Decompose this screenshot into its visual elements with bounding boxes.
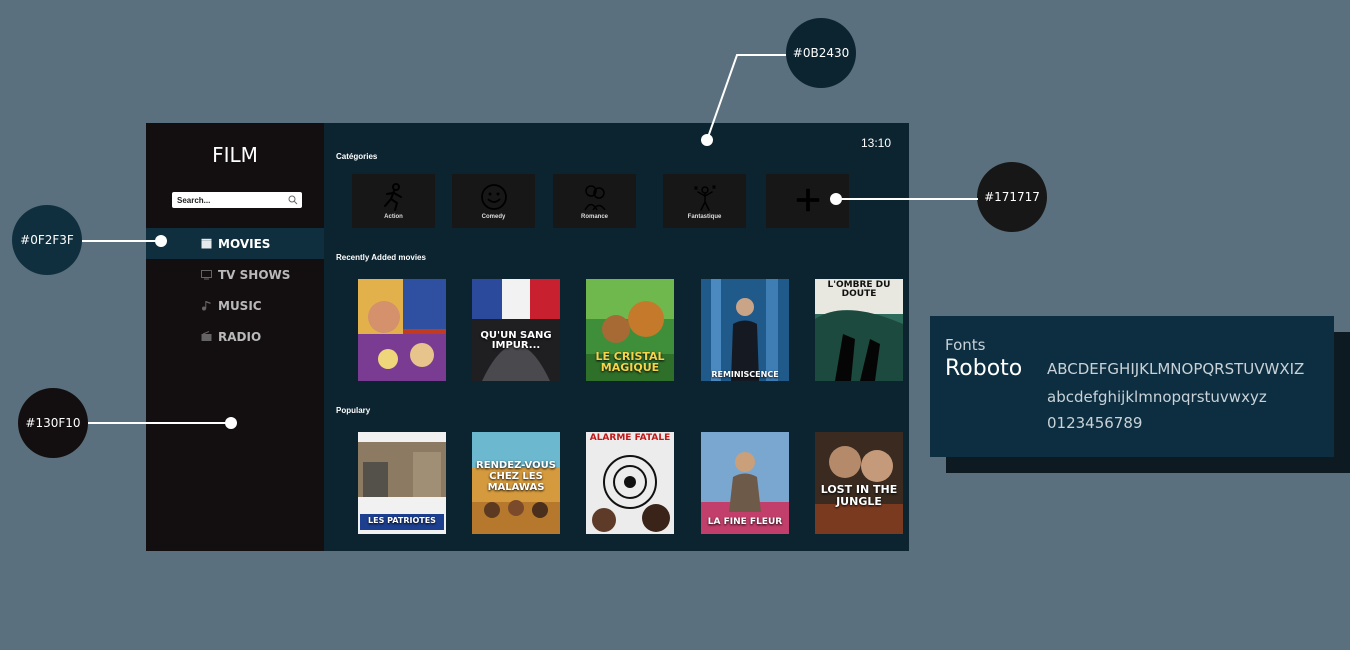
search-input[interactable] bbox=[177, 195, 288, 205]
couple-icon bbox=[583, 185, 606, 211]
category-label: Romance bbox=[580, 214, 608, 220]
color-swatch-sidebar-bg: #130F10 bbox=[18, 388, 88, 458]
color-swatch-card-bg: #171717 bbox=[977, 162, 1047, 232]
app-logo: FILM bbox=[212, 143, 258, 167]
movie-poster[interactable]: REMINISCENCE bbox=[701, 279, 789, 381]
categories-title: Catégories bbox=[336, 152, 378, 161]
main-content: 13:10 Catégories Action Comedy Romance F… bbox=[324, 123, 909, 551]
annotation-line bbox=[836, 198, 978, 200]
movie-poster[interactable]: LOST IN THE JUNGLE bbox=[815, 432, 903, 534]
sidebar-item-label: RADIO bbox=[218, 329, 262, 344]
music-note-icon bbox=[202, 301, 211, 311]
sidebar-item-radio[interactable]: RADIO bbox=[146, 321, 324, 352]
annotation-line bbox=[88, 422, 232, 424]
annotation-dot bbox=[155, 235, 167, 247]
sidebar-nav: MOVIES TV SHOWS MUSIC RADIO bbox=[146, 228, 324, 352]
category-romance[interactable]: Romance bbox=[553, 174, 636, 228]
sidebar-item-music[interactable]: MUSIC bbox=[146, 290, 324, 321]
poster-art bbox=[701, 279, 789, 381]
sidebar-item-tv-shows[interactable]: TV SHOWS bbox=[146, 259, 324, 290]
movie-poster[interactable] bbox=[358, 279, 446, 381]
clapperboard-icon bbox=[201, 238, 212, 249]
poster-title: QU'UN SANG IMPUR... bbox=[480, 330, 552, 351]
sparkle-figure-icon bbox=[693, 185, 716, 211]
color-swatch-main-bg: #0B2430 bbox=[786, 18, 856, 88]
font-sample-digits: 0123456789 bbox=[1047, 414, 1143, 432]
poster-title: ALARME FATALE bbox=[589, 433, 671, 443]
poster-title: LA FINE FLEUR bbox=[707, 517, 783, 527]
movie-poster[interactable]: ALARME FATALE bbox=[586, 432, 674, 534]
movie-poster[interactable]: QU'UN SANG IMPUR... bbox=[472, 279, 560, 381]
tv-icon bbox=[201, 270, 212, 280]
poster-title: LE CRISTAL MAGIQUE bbox=[595, 350, 665, 374]
sidebar-item-label: MUSIC bbox=[218, 298, 262, 313]
font-sample-uppercase: ABCDEFGHIJKLMNOPQRSTUVWXIZ bbox=[1047, 360, 1305, 378]
movie-poster[interactable]: LA FINE FLEUR bbox=[701, 432, 789, 534]
poster-title: LES PATRIOTES bbox=[368, 516, 436, 525]
category-label: Fantastique bbox=[687, 214, 722, 220]
color-swatch-active-item: #0F2F3F bbox=[12, 205, 82, 275]
font-sample-lowercase: abcdefghijklmnopqrstuvwxyz bbox=[1047, 388, 1267, 406]
search-box[interactable] bbox=[172, 192, 302, 208]
poster-art bbox=[586, 432, 674, 534]
search-icon[interactable] bbox=[288, 195, 298, 205]
recent-title: Recently Added movies bbox=[336, 253, 426, 262]
plus-icon bbox=[796, 188, 819, 212]
annotation-dot bbox=[830, 193, 842, 205]
sidebar-item-movies[interactable]: MOVIES bbox=[146, 228, 324, 259]
movie-poster[interactable]: L'OMBRE DU DOUTE bbox=[815, 279, 903, 381]
poster-title: LOST IN THE JUNGLE bbox=[820, 483, 898, 509]
sidebar-item-label: TV SHOWS bbox=[218, 267, 291, 282]
movie-poster[interactable]: RENDEZ-VOUS CHEZ LES MALAWAS bbox=[472, 432, 560, 534]
smiley-face-icon bbox=[480, 184, 507, 210]
app-window: FILM MOVIES TV SHOWS MUSIC RADIO bbox=[146, 123, 909, 551]
movie-poster[interactable]: LES PATRIOTES bbox=[358, 432, 446, 534]
category-comedy[interactable]: Comedy bbox=[452, 174, 535, 228]
sidebar: FILM MOVIES TV SHOWS MUSIC RADIO bbox=[146, 123, 324, 551]
annotation-line bbox=[82, 240, 162, 242]
annotation-line bbox=[706, 54, 786, 141]
category-fantastique[interactable]: Fantastique bbox=[663, 174, 746, 228]
clock: 13:10 bbox=[860, 136, 891, 150]
annotation-dot bbox=[225, 417, 237, 429]
running-man-icon bbox=[383, 183, 402, 211]
popular-title: Populary bbox=[336, 406, 371, 415]
poster-title: RENDEZ-VOUS CHEZ LES MALAWAS bbox=[476, 460, 556, 493]
poster-art bbox=[358, 279, 446, 381]
category-label: Action bbox=[384, 214, 403, 220]
annotation-dot bbox=[701, 134, 713, 146]
fonts-label: Fonts bbox=[945, 336, 986, 354]
sidebar-item-label: MOVIES bbox=[218, 236, 271, 251]
category-label: Comedy bbox=[481, 214, 506, 220]
fonts-card: Fonts Roboto ABCDEFGHIJKLMNOPQRSTUVWXIZ … bbox=[930, 316, 1334, 457]
poster-title: L'OMBRE DU DOUTE bbox=[827, 280, 891, 299]
poster-title: REMINISCENCE bbox=[711, 370, 779, 379]
category-action[interactable]: Action bbox=[352, 174, 435, 228]
font-name: Roboto bbox=[945, 356, 1023, 381]
radio-icon bbox=[201, 331, 212, 341]
movie-poster[interactable]: LE CRISTAL MAGIQUE bbox=[586, 279, 674, 381]
